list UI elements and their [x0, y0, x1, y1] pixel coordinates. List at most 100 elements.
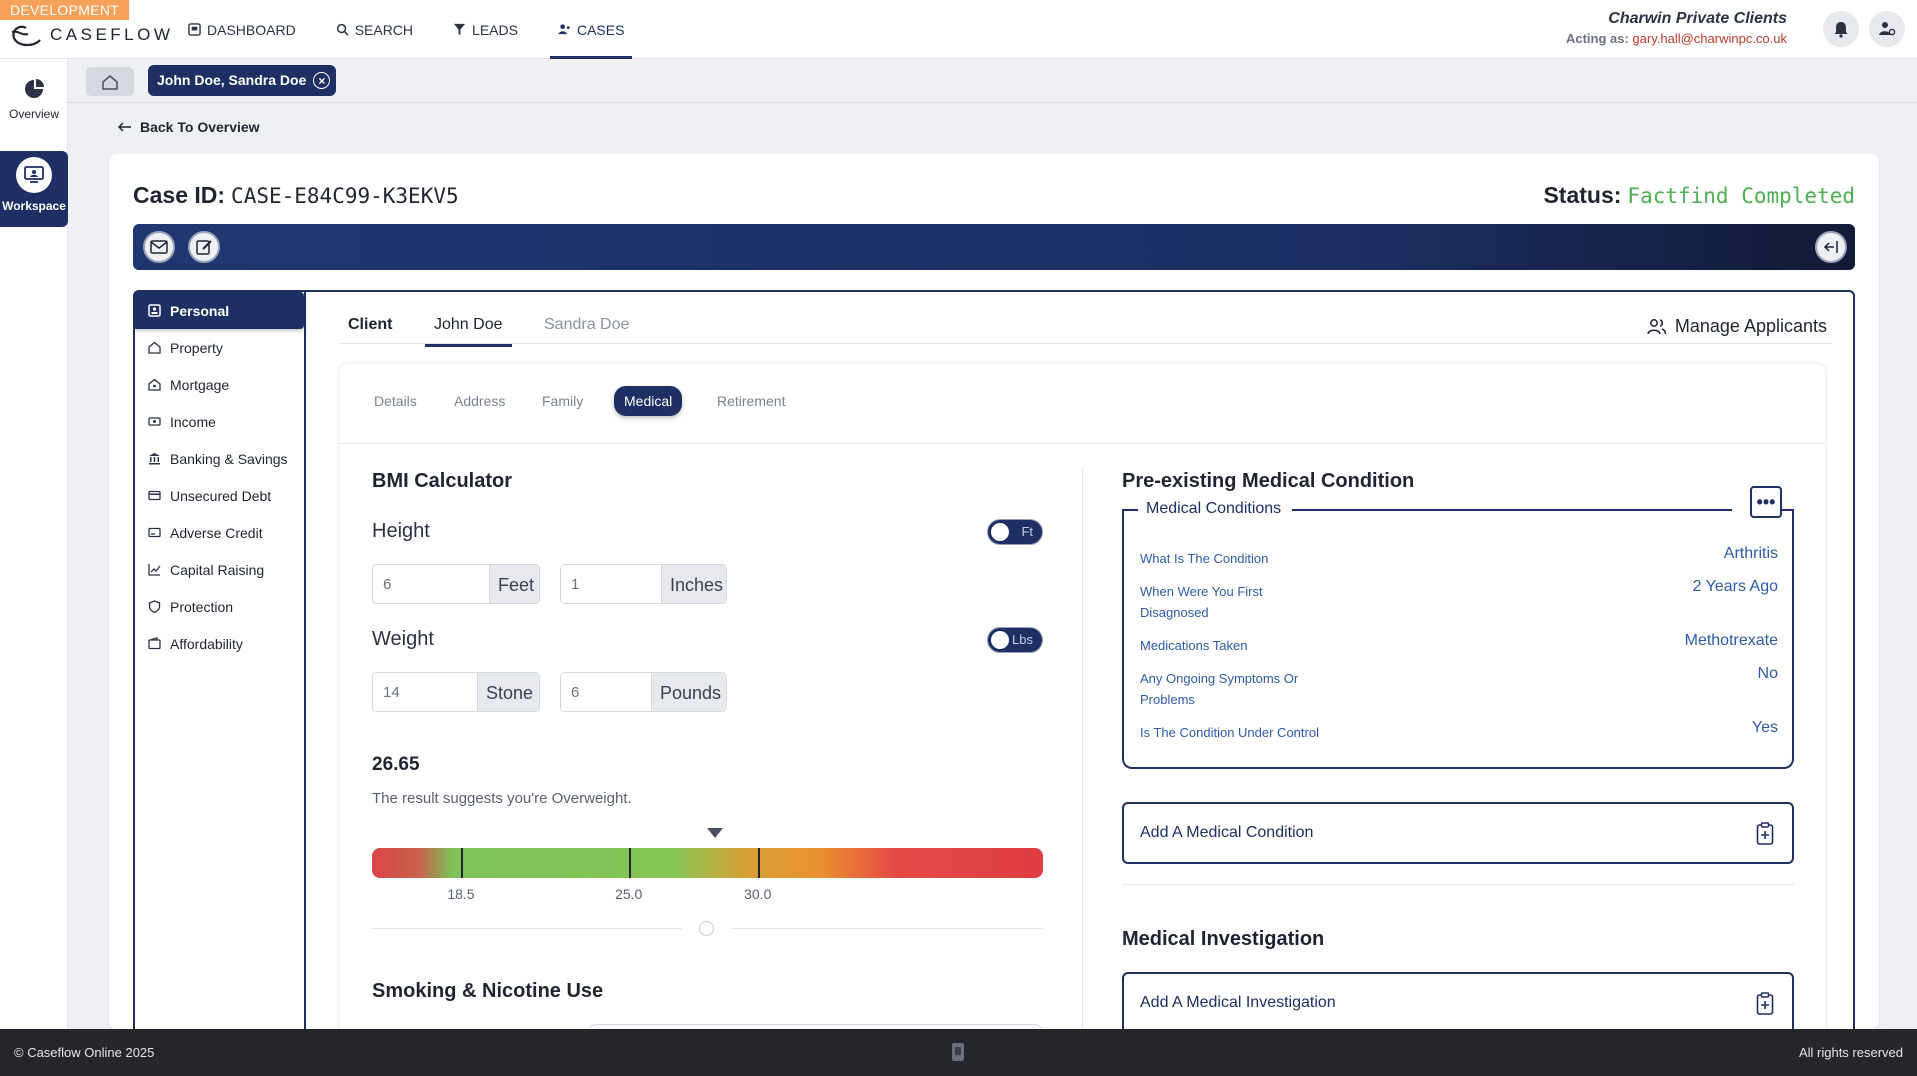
organisation-info: Charwin Private Clients Acting as: gary.…: [1566, 10, 1787, 46]
case-id-value: CASE-E84C99-K3EKV5: [231, 184, 459, 208]
tab-applicant-john-doe[interactable]: John Doe: [425, 316, 512, 347]
close-tab-icon[interactable]: ×: [313, 72, 331, 89]
organisation-name: Charwin Private Clients: [1608, 10, 1787, 27]
menu-protection-label: Protection: [170, 598, 234, 615]
condition-row-value: No: [1757, 665, 1778, 682]
arrow-left-icon: [118, 122, 131, 132]
tab-address[interactable]: Address: [444, 386, 515, 416]
email-button[interactable]: [143, 231, 175, 263]
mobile-device-icon[interactable]: [950, 1042, 966, 1062]
rights-reserved: All rights reserved: [1798, 1045, 1903, 1060]
add-medical-condition-button[interactable]: Add A Medical Condition: [1122, 802, 1794, 864]
case-status-value: Factfind Completed: [1627, 184, 1855, 208]
menu-protection[interactable]: Protection: [135, 588, 304, 625]
nav-dashboard-label: DASHBOARD: [207, 21, 296, 38]
acting-as-label: Acting as:: [1565, 31, 1629, 46]
feet-input[interactable]: [373, 565, 489, 603]
case-tab-label: John Doe, Sandra Doe: [157, 72, 307, 88]
legend-line: [1292, 509, 1732, 511]
bmi-result-text: The result suggests you're Overweight.: [372, 790, 632, 807]
weight-unit-toggle[interactable]: Lbs: [987, 627, 1043, 653]
rail-workspace[interactable]: Workspace: [0, 151, 68, 227]
menu-property[interactable]: Property: [135, 329, 304, 366]
bmi-tick-label: 25.0: [615, 886, 643, 902]
caseflow-logo[interactable]: CASEFLOW: [10, 16, 173, 48]
tab-family[interactable]: Family: [532, 386, 593, 416]
card-warning-icon: [148, 527, 161, 538]
home-tab[interactable]: [86, 67, 134, 96]
section-handle[interactable]: [699, 921, 714, 936]
tab-applicant-sandra-doe[interactable]: Sandra Doe: [544, 316, 629, 334]
acting-as: Acting as: gary.hall@charwinpc.co.uk: [1566, 31, 1787, 46]
medical-condition-card: What Is The Condition Arthritis When Wer…: [1122, 509, 1794, 769]
acting-as-user[interactable]: gary.hall@charwinpc.co.uk: [1632, 31, 1787, 46]
manage-applicants-button[interactable]: Manage Applicants: [1647, 316, 1827, 337]
column-divider: [1082, 468, 1083, 1029]
panel-collapse-icon: [1823, 241, 1838, 253]
case-status: Status: Factfind Completed: [1543, 182, 1855, 209]
menu-capital-raising[interactable]: Capital Raising: [135, 551, 304, 588]
menu-affordability[interactable]: Affordability: [135, 625, 304, 662]
tab-medical[interactable]: Medical: [614, 386, 683, 416]
tab-details[interactable]: Details: [364, 386, 427, 416]
medical-investigation-title: Medical Investigation: [1122, 928, 1325, 950]
case-card: Case ID: CASE-E84C99-K3EKV5 Status: Factfi…: [109, 154, 1879, 1029]
bank-icon: [149, 453, 160, 465]
bmi-marker-icon: [707, 828, 724, 838]
user-settings-button[interactable]: [1869, 11, 1905, 47]
nav-cases[interactable]: CASES: [549, 0, 633, 59]
notifications-button[interactable]: [1823, 11, 1859, 47]
nav-search[interactable]: SEARCH: [328, 0, 421, 59]
menu-income[interactable]: Income: [135, 403, 304, 440]
tab-retirement[interactable]: Retirement: [707, 386, 795, 416]
bmi-tick-label: 30.0: [744, 886, 772, 902]
pie-chart-icon: [16, 71, 52, 107]
condition-row-value: 2 Years Ago: [1692, 578, 1778, 595]
condition-row-value: Yes: [1751, 719, 1778, 736]
height-unit-toggle-label: Ft: [1021, 524, 1033, 539]
height-unit-toggle[interactable]: Ft: [987, 519, 1043, 545]
email-icon: [150, 240, 168, 254]
add-medical-investigation-button[interactable]: Add A Medical Investigation: [1122, 972, 1794, 1029]
medical-conditions-label: Medical Conditions: [1144, 500, 1284, 518]
condition-options-button[interactable]: •••: [1750, 486, 1782, 518]
condition-row-key: When Were You First Disagnosed: [1140, 584, 1263, 620]
stone-input[interactable]: [373, 673, 477, 711]
pre-existing-condition-title: Pre-existing Medical Condition: [1122, 470, 1415, 492]
funnel-icon: [453, 23, 466, 36]
menu-banking-savings[interactable]: Banking & Savings: [135, 440, 304, 477]
menu-mortgage[interactable]: Mortgage: [135, 366, 304, 403]
condition-row-value: Methotrexate: [1684, 632, 1778, 649]
menu-capital-raising-label: Capital Raising: [170, 561, 265, 578]
menu-personal[interactable]: Personal: [135, 292, 304, 329]
collapse-panel-button[interactable]: [1815, 231, 1847, 263]
case-tab[interactable]: John Doe, Sandra Doe ×: [148, 65, 337, 96]
feet-input-group: Feet: [372, 564, 540, 604]
clipboard-plus-icon: [1756, 822, 1774, 845]
weight-unit-toggle-label: Lbs: [1012, 632, 1033, 647]
rail-overview[interactable]: Overview: [0, 71, 68, 121]
divider: [732, 928, 1043, 929]
back-to-overview-link[interactable]: Back To Overview: [118, 119, 260, 135]
edit-button[interactable]: [188, 231, 220, 263]
inches-input[interactable]: [561, 565, 661, 603]
shield-icon: [148, 600, 161, 613]
nav-dashboard[interactable]: DASHBOARD: [180, 0, 304, 59]
height-label: Height: [372, 520, 430, 542]
clipboard-plus-icon: [1756, 992, 1774, 1015]
nav-leads[interactable]: LEADS: [445, 0, 526, 59]
stone-unit: Stone: [477, 673, 539, 711]
divider: [1122, 884, 1794, 885]
bmi-scale-bar: [372, 848, 1043, 878]
bell-icon: [1834, 22, 1848, 38]
legend-line: [1792, 509, 1794, 521]
pounds-input[interactable]: [561, 673, 651, 711]
house-icon: [148, 341, 161, 354]
menu-adverse-credit[interactable]: Adverse Credit: [135, 514, 304, 551]
menu-unsecured-debt[interactable]: Unsecured Debt: [135, 477, 304, 514]
manage-applicants-label: Manage Applicants: [1674, 316, 1827, 336]
bmi-tick-label: 18.5: [447, 886, 475, 902]
add-medical-condition-label: Add A Medical Condition: [1140, 824, 1314, 841]
more-icon: •••: [1756, 491, 1776, 512]
legend-line: [1122, 509, 1138, 511]
